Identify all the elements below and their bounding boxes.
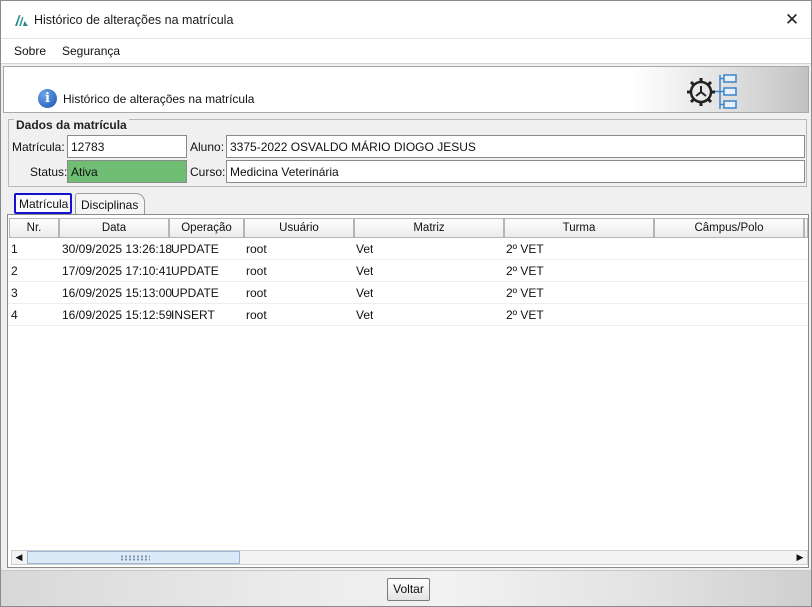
history-table: Nr. Data Operação Usuário Matriz Turma C… (7, 214, 809, 568)
tab-disciplinas[interactable]: Disciplinas (75, 193, 145, 215)
status-label: Status: (30, 165, 68, 179)
dados-matricula-group: Dados da matrícula Matrícula: 12783 Alun… (8, 118, 807, 187)
menu-bar: Sobre Segurança (1, 39, 811, 64)
footer-bar: Voltar (1, 570, 811, 606)
cell-nr: 4 (11, 308, 18, 322)
cell-operacao: UPDATE (171, 264, 219, 278)
cell-operacao: UPDATE (171, 286, 219, 300)
cell-operacao: UPDATE (171, 242, 219, 256)
voltar-button[interactable]: Voltar (387, 578, 430, 601)
cell-usuario: root (246, 264, 267, 278)
gear-network-icon (687, 74, 737, 109)
cell-turma: 2º VET (506, 264, 544, 278)
matricula-label: Matrícula: (12, 140, 65, 154)
cell-matriz: Vet (356, 308, 374, 322)
table-row[interactable]: 4 16/09/2025 15:12:59 INSERT root Vet 2º… (8, 304, 808, 326)
aluno-label: Aluno: (190, 140, 225, 154)
menu-sobre[interactable]: Sobre (14, 44, 46, 58)
cell-matriz: Vet (356, 264, 374, 278)
cell-operacao: INSERT (171, 308, 215, 322)
cell-data: 16/09/2025 15:13:00 (62, 286, 173, 300)
cell-turma: 2º VET (506, 242, 544, 256)
app-logo-icon (15, 15, 28, 26)
matricula-field[interactable]: 12783 (67, 135, 187, 158)
table-header: Nr. Data Operação Usuário Matriz Turma C… (8, 218, 808, 238)
column-header-nr[interactable]: Nr. (9, 218, 59, 238)
column-header-campus-polo[interactable]: Câmpus/Polo (654, 218, 804, 238)
cell-usuario: root (246, 242, 267, 256)
scrollbar-thumb[interactable] (27, 551, 240, 564)
cell-nr: 2 (11, 264, 18, 278)
cell-usuario: root (246, 286, 267, 300)
dados-legend: Dados da matrícula (14, 118, 129, 132)
scroll-right-icon[interactable]: ▶ (793, 551, 807, 564)
column-header-operacao[interactable]: Operação (169, 218, 244, 238)
cell-nr: 3 (11, 286, 18, 300)
menu-seguranca[interactable]: Segurança (62, 44, 120, 58)
close-icon[interactable]: ✕ (779, 7, 805, 33)
column-header-usuario[interactable]: Usuário (244, 218, 354, 238)
info-icon: i (38, 89, 57, 108)
grip-icon (120, 555, 150, 561)
cell-data: 30/09/2025 13:26:18 (62, 242, 173, 256)
cell-data: 17/09/2025 17:10:41 (62, 264, 173, 278)
column-header-matriz[interactable]: Matriz (354, 218, 504, 238)
cell-usuario: root (246, 308, 267, 322)
horizontal-scrollbar[interactable]: ◀ ▶ (11, 550, 808, 565)
table-row[interactable]: 3 16/09/2025 15:13:00 UPDATE root Vet 2º… (8, 282, 808, 304)
column-header-data[interactable]: Data (59, 218, 169, 238)
cell-nr: 1 (11, 242, 18, 256)
title-bar[interactable]: Histórico de alterações na matrícula ✕ (1, 1, 811, 39)
tab-matricula[interactable]: Matrícula (14, 193, 72, 214)
cell-data: 16/09/2025 15:12:59 (62, 308, 173, 322)
table-row[interactable]: 1 30/09/2025 13:26:18 UPDATE root Vet 2º… (8, 238, 808, 260)
scroll-left-icon[interactable]: ◀ (12, 551, 26, 564)
header-banner: i Histórico de alterações na matrícula (3, 66, 809, 113)
curso-label: Curso: (190, 165, 226, 179)
dialog-window: Histórico de alterações na matrícula ✕ S… (0, 0, 812, 607)
status-field[interactable]: Ativa (67, 160, 187, 183)
table-row[interactable]: 2 17/09/2025 17:10:41 UPDATE root Vet 2º… (8, 260, 808, 282)
cell-matriz: Vet (356, 286, 374, 300)
column-header-overflow (804, 218, 808, 238)
cell-turma: 2º VET (506, 286, 544, 300)
banner-title: Histórico de alterações na matrícula (63, 92, 255, 106)
aluno-field[interactable]: 3375-2022 OSVALDO MÁRIO DIOGO JESUS (226, 135, 805, 158)
cell-matriz: Vet (356, 242, 374, 256)
curso-field[interactable]: Medicina Veterinária (226, 160, 805, 183)
cell-turma: 2º VET (506, 308, 544, 322)
column-header-turma[interactable]: Turma (504, 218, 654, 238)
window-title: Histórico de alterações na matrícula (34, 13, 234, 27)
